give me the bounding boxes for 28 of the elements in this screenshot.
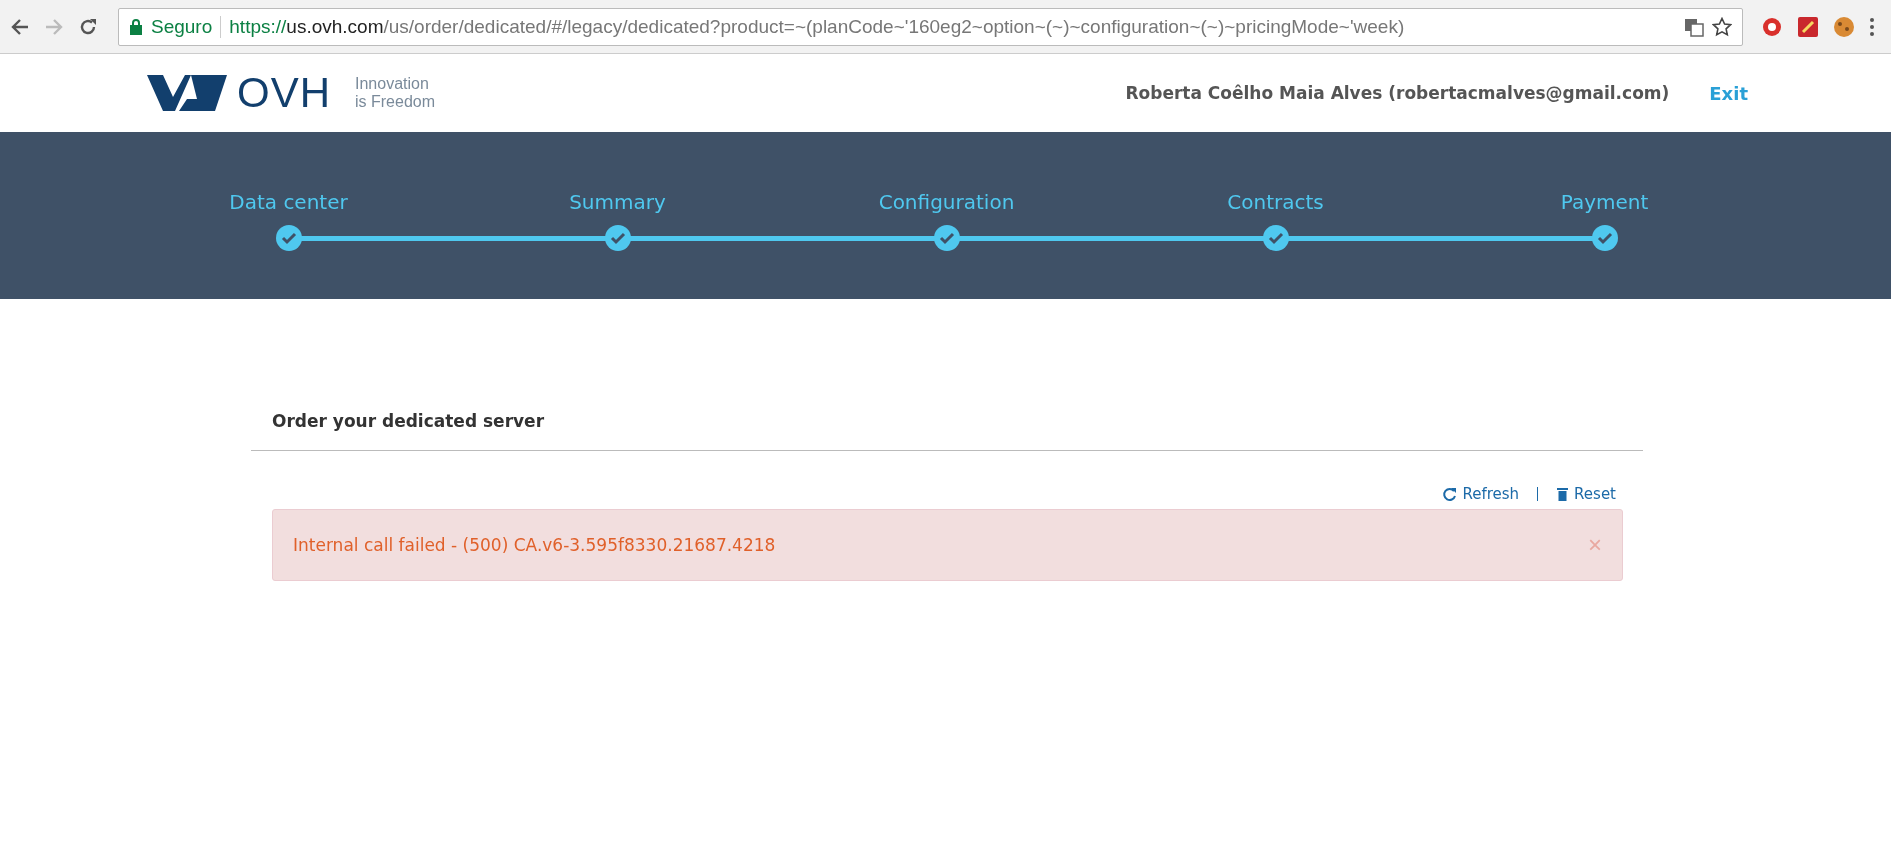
reload-icon[interactable] [78,16,98,37]
reset-link[interactable]: Reset [1556,485,1616,503]
trash-icon [1556,486,1570,502]
panel-title: Order your dedicated server [272,411,546,431]
exit-link[interactable]: Exit [1709,82,1748,104]
refresh-icon [1442,486,1458,502]
translate-icon[interactable] [1684,16,1704,37]
extension-icon[interactable] [1797,15,1819,38]
back-icon[interactable] [10,16,30,37]
step-label: Configuration [878,190,1015,214]
step-label: Summary [569,190,666,214]
refresh-link[interactable]: Refresh [1442,485,1520,503]
error-message: Internal call failed - (500) CA.v6-3.595f8330.21687.4218 [293,535,776,555]
step-label: Payment [1560,190,1649,214]
step-label: Data center [229,190,348,214]
extension-icon[interactable] [1761,15,1783,38]
brand-name: OVH [237,69,331,117]
security-label: Seguro [151,15,213,38]
lock-icon [129,17,143,36]
cookie-icon[interactable] [1833,15,1855,38]
user-name: Roberta Coêlho Maia Alves (robertacmalves@gmail.com) [1125,83,1670,103]
menu-icon[interactable] [1869,15,1875,38]
url-text: https://us.ovh.com/us/order/dedicated/#/legacy/dedicated?product=~(planCode~'160eg2~option~(~)~configuration~(~)~pricingMode~'week) [229,15,1405,38]
star-icon[interactable] [1712,16,1732,37]
address-bar[interactable]: Seguro https://us.ovh.com/us/order/dedicated/#/legacy/dedicated?product=~(planCode~'160eg2~option~(~)~configuration~(~)~pricingMode~'week) [118,7,1743,46]
step-label: Contracts [1227,190,1324,214]
tagline: is Freedom [355,93,436,111]
tagline: Innovation [355,75,430,93]
